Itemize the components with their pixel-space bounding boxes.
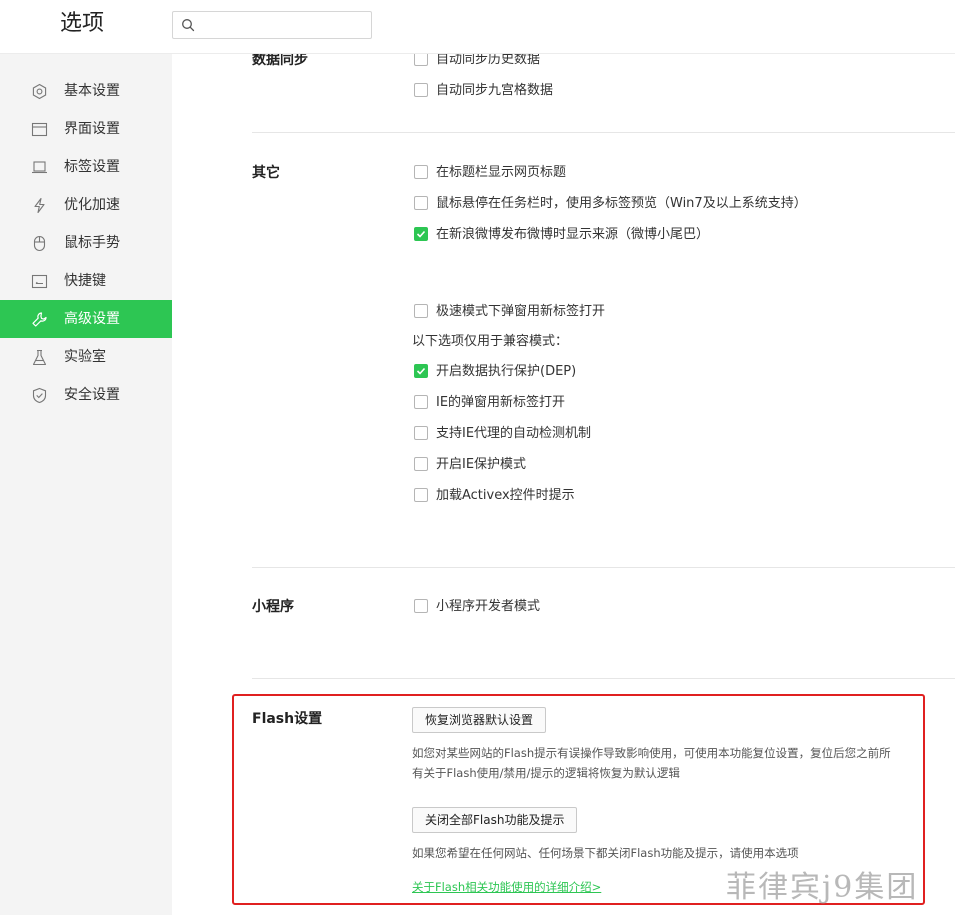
restore-description-line1: 如您对某些网站的Flash提示有误操作导致影响使用，可使用本功能复位设置，复位后… [412,746,891,760]
section-divider [252,132,955,133]
checkbox[interactable] [414,599,428,613]
page-title: 选项 [60,11,105,36]
checkmark-icon [416,367,426,375]
flask-icon [32,349,47,366]
disable-flash-button[interactable]: 关闭全部Flash功能及提示 [412,807,578,833]
checkbox[interactable] [414,54,428,66]
settings-sidebar: 基本设置 界面设置 标签设置 优化加速 鼠标手势 快捷键 高级设置 实验室 安全… [0,54,172,915]
compat-mode-label: 以下选项仅用于兼容模式： [412,334,569,349]
sidebar-item-label: 基本设置 [64,83,120,99]
option-label: 支持IE代理的自动检测机制 [436,426,592,441]
section-title-other: 其它 [252,165,280,181]
checkbox[interactable] [414,488,428,502]
flash-detail-link[interactable]: 关于Flash相关功能使用的详细介绍> [412,879,601,895]
section-divider [252,567,955,568]
checkbox[interactable] [414,457,428,471]
sidebar-item-label: 标签设置 [64,159,120,175]
restore-defaults-button[interactable]: 恢复浏览器默认设置 [412,707,547,733]
checkbox[interactable] [414,83,428,97]
sidebar-item-label: 界面设置 [64,121,120,137]
option-label: 自动同步九宫格数据 [436,83,554,98]
option-label: 小程序开发者模式 [436,599,541,614]
settings-content: 数据同步 自动同步历史数据 自动同步九宫格数据 其它 在标题栏显示网页标题 鼠标… [172,54,955,915]
section-title-flash: Flash设置 [252,711,323,727]
search-box[interactable] [172,11,372,39]
option-label: 极速模式下弹窗用新标签打开 [436,304,606,319]
search-icon [182,19,195,32]
disable-description: 如果您希望在任何网站、任何场景下都关闭Flash功能及提示，请使用本选项 [412,846,799,860]
section-title-sync: 数据同步 [252,54,308,68]
option-label: IE的弹窗用新标签打开 [436,395,566,410]
option-label: 在新浪微博发布微博时显示来源（微博小尾巴） [436,227,710,242]
checkbox[interactable] [414,364,428,378]
sidebar-item-label: 安全设置 [64,387,120,403]
option-label: 加载Activex控件时提示 [436,488,575,503]
checkbox[interactable] [414,395,428,409]
lightning-icon [34,197,45,214]
mouse-icon [33,235,46,252]
shield-icon [32,387,47,404]
section-divider [252,678,955,679]
option-label: 鼠标悬停在任务栏时，使用多标签预览（Win7及以上系统支持） [436,196,807,211]
option-label: 在标题栏显示网页标题 [436,165,567,180]
wrench-icon [32,312,47,327]
checkbox[interactable] [414,165,428,179]
search-input[interactable] [201,15,366,35]
checkbox[interactable] [414,196,428,210]
keyboard-icon [31,274,48,289]
sidebar-item-label: 鼠标手势 [64,235,120,251]
sidebar-item-shortcuts[interactable]: 快捷键 [0,262,172,300]
checkmark-icon [416,230,426,238]
sidebar-item-interface[interactable]: 界面设置 [0,110,172,148]
interface-icon [31,122,48,137]
tab-icon [32,161,47,174]
option-label: 开启IE保护模式 [436,457,527,472]
watermark: 菲律宾j9集团 [726,870,919,905]
sidebar-item-advanced[interactable]: 高级设置 [0,300,172,338]
sidebar-item-basic[interactable]: 基本设置 [0,72,172,110]
options-header: 选项 [0,0,955,54]
option-label: 自动同步历史数据 [436,54,541,67]
sidebar-item-optimize[interactable]: 优化加速 [0,186,172,224]
restore-description-line2: 有关于Flash使用/禁用/提示的逻辑将恢复为默认逻辑 [412,766,680,780]
sidebar-item-label: 优化加速 [64,197,120,213]
sidebar-item-label: 快捷键 [64,273,106,289]
sidebar-item-tabs[interactable]: 标签设置 [0,148,172,186]
sidebar-item-label: 实验室 [64,349,106,365]
sidebar-item-security[interactable]: 安全设置 [0,376,172,414]
checkbox[interactable] [414,304,428,318]
checkbox[interactable] [414,426,428,440]
option-label: 开启数据执行保护(DEP) [436,364,577,379]
sidebar-item-lab[interactable]: 实验室 [0,338,172,376]
sidebar-item-label: 高级设置 [64,311,120,327]
basic-settings-icon [32,83,47,100]
sidebar-item-mouse[interactable]: 鼠标手势 [0,224,172,262]
checkbox[interactable] [414,227,428,241]
section-title-miniprogram: 小程序 [252,599,294,615]
